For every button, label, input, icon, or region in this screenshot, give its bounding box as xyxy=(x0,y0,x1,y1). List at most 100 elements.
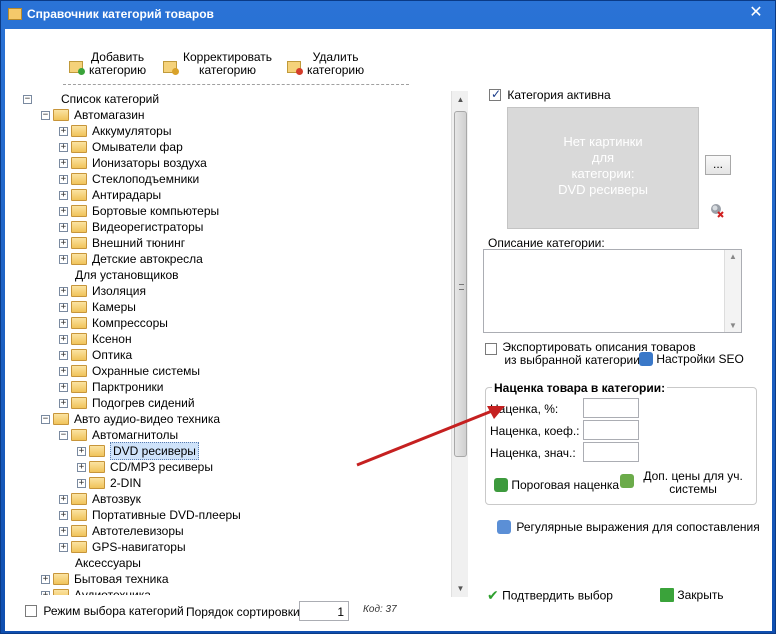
tree-node-label: Охранные системы xyxy=(92,364,201,378)
select-mode-label: Режим выбора категорий xyxy=(43,603,184,618)
tree-node[interactable]: + Охранные системы xyxy=(59,363,200,379)
tree-node[interactable]: +2-DIN xyxy=(77,475,141,491)
tree-node[interactable]: + Изоляция xyxy=(59,283,146,299)
expand-icon[interactable]: + xyxy=(59,382,68,392)
expand-icon[interactable]: + xyxy=(77,478,86,488)
folder-icon xyxy=(53,109,69,121)
tree-node[interactable]: + Аудиотехника xyxy=(41,587,151,595)
expand-icon[interactable]: + xyxy=(59,366,68,376)
tree-node[interactable]: − Автомагазин xyxy=(41,107,145,123)
close-label: Закрыть xyxy=(677,587,724,602)
expand-icon[interactable]: + xyxy=(59,254,68,264)
collapse-icon[interactable]: − xyxy=(41,110,50,120)
desc-scroll-down-icon[interactable]: ▼ xyxy=(729,321,737,330)
tree-scrollbar[interactable]: ▲ ▼ xyxy=(451,91,468,597)
expand-icon[interactable]: + xyxy=(59,190,68,200)
tree-node[interactable]: + Парктроники xyxy=(59,379,163,395)
tree-node[interactable]: + Аккумуляторы xyxy=(59,123,171,139)
markup-percent-input[interactable] xyxy=(583,398,639,418)
tree-node[interactable]: − Авто аудио-видео техника xyxy=(41,411,220,427)
category-active-row[interactable]: Категория активна xyxy=(489,87,611,102)
expand-icon[interactable]: + xyxy=(59,334,68,344)
delete-category-button[interactable]: Удалить категорию xyxy=(287,51,364,77)
tree-node[interactable]: Аксессуары xyxy=(59,555,141,571)
expand-icon[interactable]: + xyxy=(59,398,68,408)
add-category-button[interactable]: Добавить категорию xyxy=(69,51,146,77)
edit-category-button[interactable]: Корректировать категорию xyxy=(163,51,272,77)
expand-icon[interactable]: + xyxy=(77,462,86,472)
tree-node[interactable]: + Ксенон xyxy=(59,331,132,347)
expand-icon[interactable]: + xyxy=(59,206,68,216)
sort-order-input[interactable]: 1 xyxy=(299,601,349,621)
tree-node[interactable]: + GPS-навигаторы xyxy=(59,539,186,555)
category-tree[interactable]: − Список категорий − Автомагазин + Аккумуля… xyxy=(19,89,447,595)
close-window-button[interactable]: ✕ xyxy=(747,4,765,22)
expand-icon[interactable]: + xyxy=(59,142,68,152)
expand-icon[interactable]: + xyxy=(59,174,68,184)
tree-node[interactable]: + Детские автокресла xyxy=(59,251,203,267)
tree-node[interactable]: + Бортовые компьютеры xyxy=(59,203,219,219)
tree-node[interactable]: + Бытовая техника xyxy=(41,571,169,587)
tree-node[interactable]: + Автотелевизоры xyxy=(59,523,184,539)
seo-settings-button[interactable]: Настройки SEO xyxy=(639,351,744,366)
expand-icon[interactable]: + xyxy=(59,494,68,504)
threshold-markup-button[interactable]: Пороговая наценка xyxy=(494,477,619,492)
scroll-up-arrow-icon[interactable]: ▲ xyxy=(452,91,469,108)
tree-node[interactable]: + CD/MP3 ресиверы xyxy=(77,459,213,475)
regex-button[interactable]: Регулярные выражения для сопоставления xyxy=(497,519,760,534)
tree-node[interactable]: + Ионизаторы воздуха xyxy=(59,155,207,171)
expand-icon[interactable]: + xyxy=(77,446,86,456)
folder-icon xyxy=(71,333,87,345)
expand-icon[interactable]: + xyxy=(41,574,50,584)
tree-node[interactable]: + DVD ресиверы xyxy=(77,442,199,460)
expand-icon[interactable]: + xyxy=(59,302,68,312)
markup-group: Наценка товара в категории: Наценка, %: … xyxy=(485,381,757,505)
tree-node[interactable]: + Компрессоры xyxy=(59,315,168,331)
desc-scroll-up-icon[interactable]: ▲ xyxy=(729,252,737,261)
expand-icon[interactable]: + xyxy=(59,318,68,328)
tree-node[interactable]: Для установщиков xyxy=(59,267,179,283)
tree-node[interactable]: + Антирадары xyxy=(59,187,161,203)
collapse-icon[interactable]: − xyxy=(41,414,50,424)
category-active-checkbox[interactable] xyxy=(489,87,501,101)
expand-icon[interactable]: + xyxy=(59,238,68,248)
browse-image-button[interactable]: ... xyxy=(705,155,731,175)
expand-icon[interactable]: + xyxy=(59,286,68,296)
extra-prices-button[interactable]: Доп. цены для уч. системы xyxy=(620,470,743,496)
tree-node[interactable]: + Видеорегистраторы xyxy=(59,219,203,235)
markup-coef-input[interactable] xyxy=(583,420,639,440)
tree-node[interactable]: + Автозвук xyxy=(59,491,141,507)
tree-node[interactable]: + Оптика xyxy=(59,347,132,363)
tree-node[interactable]: + Омыватели фар xyxy=(59,139,183,155)
description-scrollbar[interactable]: ▲ ▼ xyxy=(724,250,741,332)
select-mode-checkbox-row[interactable]: Режим выбора категорий xyxy=(25,603,184,618)
expand-icon[interactable]: + xyxy=(59,526,68,536)
expand-icon[interactable]: + xyxy=(59,510,68,520)
export-descriptions-checkbox[interactable] xyxy=(485,343,497,355)
main-window: Справочник категорий товаров ✕ Добавить … xyxy=(0,0,776,634)
tree-node[interactable]: − Автомагнитолы xyxy=(59,427,178,443)
expand-icon[interactable]: + xyxy=(41,590,50,595)
scroll-down-arrow-icon[interactable]: ▼ xyxy=(452,580,469,597)
tree-node[interactable]: + Камеры xyxy=(59,299,136,315)
collapse-icon[interactable]: − xyxy=(23,94,32,104)
select-mode-checkbox[interactable] xyxy=(25,604,37,617)
markup-value-input[interactable] xyxy=(583,442,639,462)
expand-icon[interactable]: + xyxy=(59,126,68,136)
expand-icon[interactable]: + xyxy=(59,542,68,552)
tree-root[interactable]: − Список категорий xyxy=(23,91,159,107)
close-button[interactable]: Закрыть xyxy=(660,587,724,602)
tree-node[interactable]: + Внешний тюнинг xyxy=(59,235,185,251)
remove-image-icon[interactable] xyxy=(708,201,726,219)
tree-node[interactable]: + Портативные DVD-плееры xyxy=(59,507,241,523)
expand-icon[interactable]: + xyxy=(59,350,68,360)
expand-icon[interactable]: + xyxy=(59,158,68,168)
expand-icon[interactable]: + xyxy=(59,222,68,232)
scroll-thumb[interactable] xyxy=(454,111,467,457)
confirm-button[interactable]: ✔ Подтвердить выбор xyxy=(487,587,613,604)
folder-icon xyxy=(71,493,87,505)
tree-node[interactable]: + Подогрев сидений xyxy=(59,395,195,411)
tree-node[interactable]: + Стеклоподъемники xyxy=(59,171,199,187)
description-textarea[interactable]: ▲ ▼ xyxy=(483,249,742,333)
collapse-icon[interactable]: − xyxy=(59,430,68,440)
